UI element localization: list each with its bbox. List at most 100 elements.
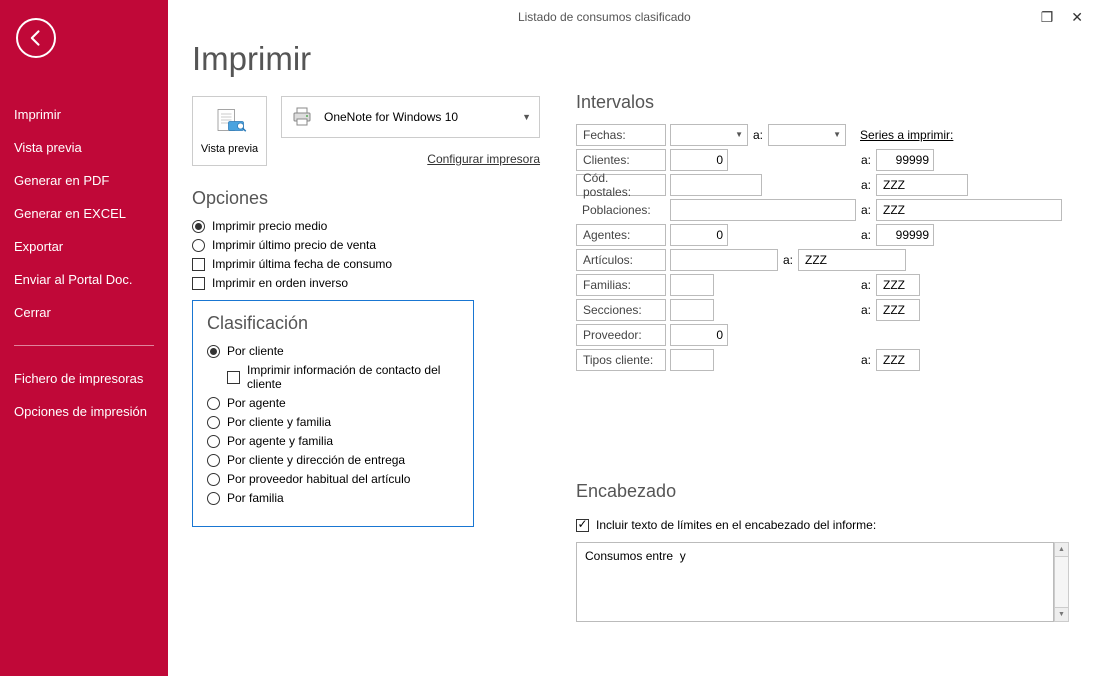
checkbox-contacto[interactable] <box>227 371 240 384</box>
sidebar-separator <box>14 345 154 346</box>
radio-por-agente-familia[interactable] <box>207 435 220 448</box>
chevron-down-icon: ▼ <box>833 130 841 139</box>
configurar-impresora-link[interactable]: Configurar impresora <box>281 152 540 166</box>
label-por-familia: Por familia <box>227 491 284 505</box>
sidebar-item-cerrar[interactable]: Cerrar <box>14 296 154 329</box>
label-por-proveedor: Por proveedor habitual del artículo <box>227 472 410 486</box>
sidebar-item-opciones-impresion[interactable]: Opciones de impresión <box>14 395 154 428</box>
a-sep: a: <box>861 203 871 217</box>
radio-por-agente[interactable] <box>207 397 220 410</box>
label-clientes: Clientes: <box>576 149 666 171</box>
clasificacion-heading: Clasificación <box>207 313 459 334</box>
restore-icon[interactable]: ❐ <box>1041 9 1054 26</box>
radio-ultimo-precio[interactable] <box>192 239 205 252</box>
clientes-from-input[interactable] <box>670 149 728 171</box>
label-poblaciones: Poblaciones: <box>576 199 666 221</box>
chevron-down-icon: ▼ <box>735 130 743 139</box>
a-sep: a: <box>783 253 793 267</box>
label-articulos: Artículos: <box>576 249 666 271</box>
radio-precio-medio[interactable] <box>192 220 205 233</box>
sidebar-item-imprimir[interactable]: Imprimir <box>14 98 154 131</box>
agentes-from-input[interactable] <box>670 224 728 246</box>
label-por-agente-familia: Por agente y familia <box>227 434 333 448</box>
radio-por-familia[interactable] <box>207 492 220 505</box>
label-por-cliente-familia: Por cliente y familia <box>227 415 331 429</box>
familias-from-input[interactable] <box>670 274 714 296</box>
label-fechas: Fechas: <box>576 124 666 146</box>
label-proveedor: Proveedor: <box>576 324 666 346</box>
chevron-down-icon: ▼ <box>522 112 531 122</box>
fecha-from-dropdown[interactable]: ▼ <box>670 124 748 146</box>
a-sep: a: <box>861 353 871 367</box>
label-por-cliente: Por cliente <box>227 344 284 358</box>
printer-name: OneNote for Windows 10 <box>324 110 522 124</box>
pobl-to-input[interactable] <box>876 199 1062 221</box>
tiposcli-to-input[interactable] <box>876 349 920 371</box>
sidebar-item-vista-previa[interactable]: Vista previa <box>14 131 154 164</box>
radio-por-proveedor[interactable] <box>207 473 220 486</box>
sidebar-item-exportar[interactable]: Exportar <box>14 230 154 263</box>
pobl-from-input[interactable] <box>670 199 856 221</box>
label-secciones: Secciones: <box>576 299 666 321</box>
label-por-cliente-dir: Por cliente y dirección de entrega <box>227 453 405 467</box>
a-sep: a: <box>861 278 871 292</box>
intervalos-heading: Intervalos <box>576 92 1069 113</box>
tiposcli-from-input[interactable] <box>670 349 714 371</box>
radio-por-cliente[interactable] <box>207 345 220 358</box>
familias-to-input[interactable] <box>876 274 920 296</box>
radio-por-cliente-familia[interactable] <box>207 416 220 429</box>
intervals-table: Fechas: ▼ a: ▼ Series a imprimir: Client… <box>576 123 1069 371</box>
sidebar-item-generar-pdf[interactable]: Generar en PDF <box>14 164 154 197</box>
series-a-imprimir-link[interactable]: Series a imprimir: <box>860 128 953 142</box>
proveedor-from-input[interactable] <box>670 324 728 346</box>
label-por-agente: Por agente <box>227 396 286 410</box>
encabezado-textarea[interactable] <box>576 542 1054 622</box>
label-precio-medio: Imprimir precio medio <box>212 219 327 233</box>
scroll-down-icon[interactable]: ▼ <box>1054 607 1069 622</box>
checkbox-ultima-fecha[interactable] <box>192 258 205 271</box>
opciones-heading: Opciones <box>192 188 540 209</box>
page-heading: Imprimir <box>192 40 540 78</box>
titlebar: Listado de consumos clasificado ❐ ✕ <box>168 0 1093 30</box>
secciones-to-input[interactable] <box>876 299 920 321</box>
label-ultimo-precio: Imprimir último precio de venta <box>212 238 376 252</box>
label-tiposcli: Tipos cliente: <box>576 349 666 371</box>
scrollbar[interactable]: ▲ ▼ <box>1054 542 1069 622</box>
label-agentes: Agentes: <box>576 224 666 246</box>
label-ultima-fecha: Imprimir última fecha de consumo <box>212 257 392 271</box>
fecha-to-dropdown[interactable]: ▼ <box>768 124 846 146</box>
vista-previa-button[interactable]: Vista previa <box>192 96 267 166</box>
articulos-to-input[interactable] <box>798 249 906 271</box>
scroll-up-icon[interactable]: ▲ <box>1054 542 1069 557</box>
label-incluir-limites: Incluir texto de límites en el encabezad… <box>596 518 876 532</box>
radio-por-cliente-dir[interactable] <box>207 454 220 467</box>
main-area: Listado de consumos clasificado ❐ ✕ Impr… <box>168 0 1093 676</box>
document-preview-icon <box>212 107 248 139</box>
label-contacto: Imprimir información de contacto del cli… <box>247 363 459 391</box>
label-orden-inverso: Imprimir en orden inverso <box>212 276 348 290</box>
checkbox-orden-inverso[interactable] <box>192 277 205 290</box>
encabezado-heading: Encabezado <box>576 481 1069 502</box>
sidebar-item-generar-excel[interactable]: Generar en EXCEL <box>14 197 154 230</box>
close-icon[interactable]: ✕ <box>1071 9 1083 26</box>
agentes-to-input[interactable] <box>876 224 934 246</box>
window-title: Listado de consumos clasificado <box>168 10 1041 24</box>
a-sep: a: <box>861 303 871 317</box>
sidebar-item-fichero-impresoras[interactable]: Fichero de impresoras <box>14 362 154 395</box>
clientes-to-input[interactable] <box>876 149 934 171</box>
articulos-from-input[interactable] <box>670 249 778 271</box>
scroll-track[interactable] <box>1054 557 1069 607</box>
secciones-from-input[interactable] <box>670 299 714 321</box>
a-sep: a: <box>753 128 763 142</box>
preview-label: Vista previa <box>201 143 258 155</box>
arrow-left-icon <box>26 28 46 48</box>
checkbox-incluir-limites[interactable] <box>576 519 589 532</box>
label-codpost: Cód. postales: <box>576 174 666 196</box>
sidebar-item-enviar-portal[interactable]: Enviar al Portal Doc. <box>14 263 154 296</box>
clasificacion-box: Clasificación Por cliente Imprimir infor… <box>192 300 474 527</box>
codpost-from-input[interactable] <box>670 174 762 196</box>
sidebar: Imprimir Vista previa Generar en PDF Gen… <box>0 0 168 676</box>
codpost-to-input[interactable] <box>876 174 968 196</box>
printer-selector[interactable]: OneNote for Windows 10 ▼ <box>281 96 540 138</box>
back-button[interactable] <box>16 18 56 58</box>
